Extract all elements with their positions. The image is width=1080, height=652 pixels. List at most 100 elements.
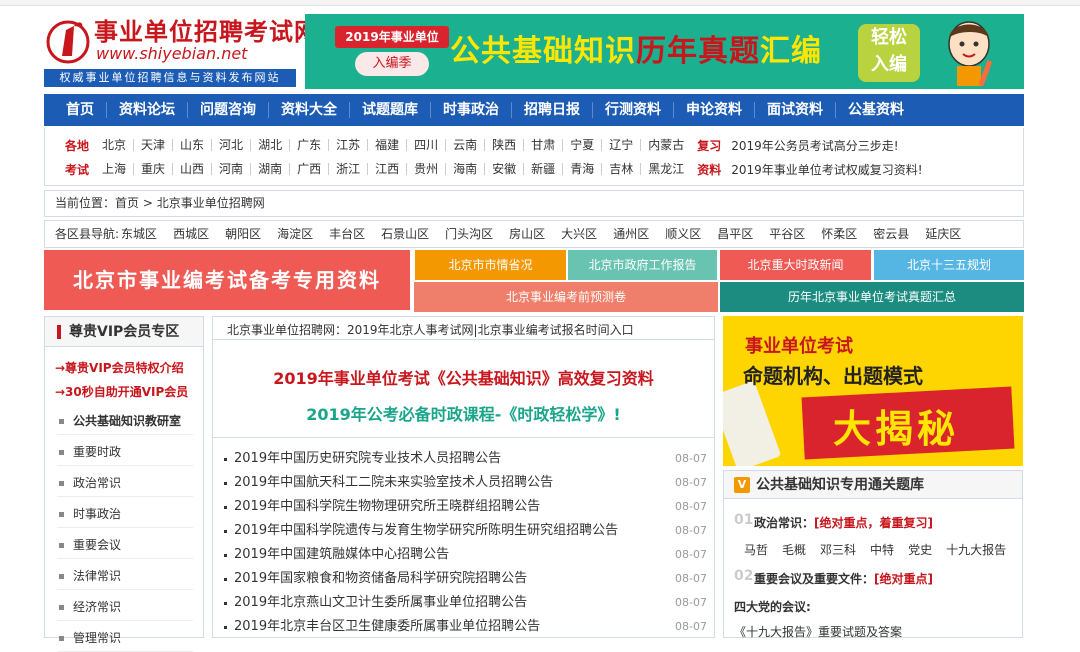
news-title[interactable]: 2019年北京燕山文卫计生委所属事业单位招聘公告 [234,591,527,615]
district-link[interactable]: 西城区 [173,221,209,247]
district-link[interactable]: 门头沟区 [445,221,493,247]
region-link[interactable]: 重庆 [134,163,174,175]
nav-item[interactable]: 资料大全 [269,102,350,118]
region-link[interactable]: 河南 [212,163,252,175]
region-link[interactable]: 云南 [446,139,486,151]
region-link[interactable]: 浙江 [329,163,369,175]
news-title[interactable]: 2019年国家粮食和物资储备局科学研究院招聘公告 [234,567,527,591]
promo-button[interactable]: 北京市市情省况 [415,250,566,280]
nav-item[interactable]: 面试资料 [755,102,836,118]
breadcrumb-current[interactable]: 北京事业单位招聘网 [157,196,265,210]
nav-item[interactable]: 申论资料 [674,102,755,118]
news-item[interactable]: 2019年国家粮食和物资储备局科学研究院招聘公告 08-07 [223,567,707,591]
region-link[interactable]: 福建 [368,139,408,151]
news-title[interactable]: 2019年中国历史研究院专业技术人员招聘公告 [234,447,501,471]
region-link[interactable]: 江西 [368,163,408,175]
news-title[interactable]: 2019年中国科学院遗传与发育生物学研究所陈明生研究组招聘公告 [234,519,618,543]
news-item[interactable]: 2019年中国建筑融媒体中心招聘公告 08-07 [223,543,707,567]
news-item[interactable]: 2019年中国科学院遗传与发育生物学研究所陈明生研究组招聘公告 08-07 [223,519,707,543]
region-link[interactable]: 广西 [290,163,330,175]
promo-button[interactable]: 北京十三五规划 [874,250,1024,280]
news-item[interactable]: 2019年北京燕山文卫计生委所属事业单位招聘公告 08-07 [223,591,707,615]
district-link[interactable]: 东城区 [121,221,157,247]
q1-tag-link[interactable]: 邓三科 [820,541,856,558]
right-ad-banner[interactable]: 事业单位考试 命题机构、出题模式 大揭秘 [723,316,1023,466]
region-link[interactable]: 宁夏 [563,139,603,151]
region-link[interactable]: 山东 [173,139,213,151]
promo-button[interactable]: 北京市政府工作报告 [568,250,717,280]
nav-item[interactable]: 首页 [54,102,107,118]
region-link[interactable]: 上海 [95,163,135,175]
promo-title[interactable]: 北京市事业编考试备考专用资料 [44,250,410,310]
region-link[interactable]: 山西 [173,163,213,175]
region-link[interactable]: 新疆 [524,163,564,175]
region-link[interactable]: 广东 [290,139,330,151]
region-link[interactable]: 吉林 [602,163,642,175]
district-link[interactable]: 密云县 [873,221,909,247]
sidebar-category[interactable]: 经济常识 [57,593,193,621]
region-link[interactable]: 陕西 [485,139,525,151]
news-item[interactable]: 2019年中国历史研究院专业技术人员招聘公告 08-07 [223,447,707,471]
promo-button[interactable]: 北京重大时政新闻 [720,250,871,280]
district-link[interactable]: 通州区 [613,221,649,247]
sidebar-category[interactable]: 法律常识 [57,562,193,590]
sidebar-category[interactable]: 重要会议 [57,531,193,559]
sidebar-category[interactable]: 时事政治 [57,500,193,528]
vip-privilege-link[interactable]: →尊贵VIP会员特权介绍 [55,359,184,376]
region-link[interactable]: 河北 [212,139,252,151]
nav-item[interactable]: 公基资料 [836,102,916,118]
region-link[interactable]: 安徽 [485,163,525,175]
news-title[interactable]: 2019年北京丰台区卫生健康委所属事业单位招聘公告 [234,615,540,639]
report-quiz-link[interactable]: 《十九大报告》重要试题及答案 [734,623,902,640]
question-bank-title[interactable]: V 公共基础知识专用通关题库 [724,471,1022,499]
news-item[interactable]: 2019年中国科学院生物物理研究所王晓群组招聘公告 08-07 [223,495,707,519]
district-link[interactable]: 房山区 [509,221,545,247]
district-link[interactable]: 海淀区 [277,221,313,247]
district-link[interactable]: 朝阳区 [225,221,261,247]
district-link[interactable]: 石景山区 [381,221,429,247]
nav-item[interactable]: 招聘日报 [512,102,593,118]
q1-heading[interactable]: 政治常识：[绝对重点，着重复习] [754,514,933,531]
nav-item[interactable]: 资料论坛 [107,102,188,118]
region-link[interactable]: 青海 [563,163,603,175]
district-link[interactable]: 平谷区 [769,221,805,247]
headline-2[interactable]: 2019年公考必备时政课程-《时政轻松学》! [213,401,714,425]
region-link[interactable]: 湖南 [251,163,291,175]
sidebar-category[interactable]: 政治常识 [57,469,193,497]
region-link[interactable]: 湖北 [251,139,291,151]
nav-item[interactable]: 试题题库 [350,102,431,118]
q1-tag-link[interactable]: 十九大报告 [946,541,1006,558]
news-item[interactable]: 2019年北京丰台区卫生健康委所属事业单位招聘公告 08-07 [223,615,707,639]
news-title[interactable]: 2019年中国航天科工二院未来实验室技术人员招聘公告 [234,471,553,495]
region-link[interactable]: 海南 [446,163,486,175]
news-title[interactable]: 2019年中国建筑融媒体中心招聘公告 [234,543,449,567]
header-banner-ad[interactable]: 2019年事业单位 入编季 公共基础知识历年真题汇编 轻松 入编 [305,14,1024,89]
district-link[interactable]: 昌平区 [717,221,753,247]
promo-button[interactable]: 历年北京事业单位考试真题汇总 [720,282,1024,312]
region-link[interactable]: 辽宁 [602,139,642,151]
headline-1[interactable]: 2019年事业单位考试《公共基础知识》高效复习资料 [213,365,714,389]
vip-open-link[interactable]: →30秒自助开通VIP会员 [55,383,188,400]
promo-button[interactable]: 北京事业编考前预测卷 [414,282,718,312]
district-link[interactable]: 大兴区 [561,221,597,247]
news-item[interactable]: 2019年中国航天科工二院未来实验室技术人员招聘公告 08-07 [223,471,707,495]
q1-tag-link[interactable]: 马哲 [744,541,768,558]
region-link[interactable]: 四川 [407,139,447,151]
region-link[interactable]: 内蒙古 [641,139,691,151]
q1-tag-link[interactable]: 中特 [870,541,894,558]
q1-tag-link[interactable]: 毛概 [782,541,806,558]
region-promo-link[interactable]: 2019年公务员考试高分三步走! [731,137,898,154]
region-promo-link[interactable]: 2019年事业单位考试权威复习资料! [731,161,922,178]
region-link[interactable]: 天津 [134,139,174,151]
sidebar-category[interactable]: 公共基础知识教研室 [57,407,193,435]
district-link[interactable]: 顺义区 [665,221,701,247]
marquee-text[interactable]: 北京事业单位招聘网：2019年北京人事考试网|北京事业编考试报名时间入口 [227,321,634,338]
nav-item[interactable]: 行测资料 [593,102,674,118]
region-link[interactable]: 贵州 [407,163,447,175]
district-link[interactable]: 丰台区 [329,221,365,247]
q1-tag-link[interactable]: 党史 [908,541,932,558]
nav-item[interactable]: 问题咨询 [188,102,269,118]
region-link[interactable]: 江苏 [329,139,369,151]
nav-item[interactable]: 时事政治 [431,102,512,118]
region-link[interactable]: 黑龙江 [641,163,691,175]
